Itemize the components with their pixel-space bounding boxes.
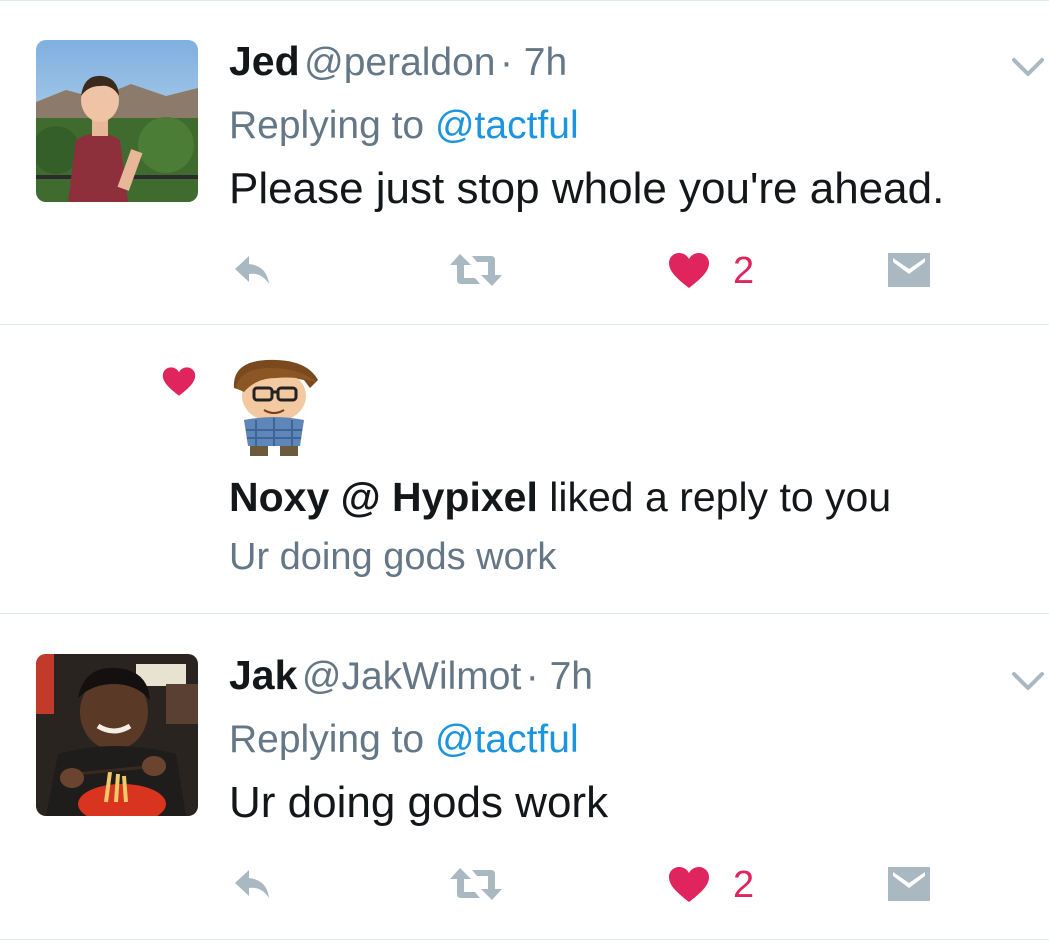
tweet[interactable]: Jak @JakWilmot · 7h Replying to @tactful… bbox=[0, 614, 1049, 939]
chevron-down-icon[interactable] bbox=[1008, 52, 1048, 80]
heart-icon[interactable] bbox=[668, 866, 710, 904]
notification-action: liked a reply to you bbox=[549, 474, 892, 520]
divider bbox=[0, 939, 1049, 940]
message-icon[interactable] bbox=[887, 866, 931, 902]
replying-label: Replying to bbox=[229, 718, 425, 761]
avatar[interactable] bbox=[36, 40, 198, 202]
timestamp[interactable]: · 7h bbox=[526, 655, 593, 698]
retweet-icon[interactable] bbox=[448, 864, 504, 904]
replying-to: Replying to @tactful bbox=[229, 104, 579, 148]
timestamp[interactable]: · 7h bbox=[500, 41, 567, 84]
display-name[interactable]: Jed bbox=[229, 38, 300, 84]
user-handle[interactable]: @peraldon bbox=[304, 41, 495, 84]
retweet-icon[interactable] bbox=[448, 250, 504, 290]
replying-label: Replying to bbox=[229, 104, 425, 147]
avatar[interactable] bbox=[36, 654, 198, 816]
notification-snippet: Ur doing gods work bbox=[229, 536, 557, 578]
tweet-header: Jak @JakWilmot · 7h bbox=[229, 652, 593, 699]
notification-actor[interactable]: Noxy @ Hypixel bbox=[229, 474, 538, 520]
display-name[interactable]: Jak bbox=[229, 652, 297, 698]
like-count: 2 bbox=[733, 864, 755, 906]
message-icon[interactable] bbox=[887, 252, 931, 288]
tweet-text: Please just stop whole you're ahead. bbox=[229, 164, 945, 213]
tweet[interactable]: Jed @peraldon · 7h Replying to @tactful … bbox=[0, 0, 1049, 324]
notification-text: Noxy @ Hypixel liked a reply to you bbox=[229, 474, 891, 521]
heart-icon[interactable] bbox=[668, 252, 710, 290]
avatar[interactable] bbox=[226, 358, 324, 458]
user-handle[interactable]: @JakWilmot bbox=[302, 655, 521, 698]
chevron-down-icon[interactable] bbox=[1008, 666, 1048, 694]
reply-icon[interactable] bbox=[231, 252, 275, 288]
replying-to-link[interactable]: @tactful bbox=[435, 718, 579, 761]
tweet-header: Jed @peraldon · 7h bbox=[229, 38, 567, 85]
heart-icon bbox=[162, 367, 196, 396]
replying-to-link[interactable]: @tactful bbox=[435, 104, 579, 147]
reply-icon[interactable] bbox=[231, 866, 275, 902]
like-count: 2 bbox=[733, 250, 755, 292]
replying-to: Replying to @tactful bbox=[229, 718, 579, 762]
tweet-text: Ur doing gods work bbox=[229, 778, 609, 827]
